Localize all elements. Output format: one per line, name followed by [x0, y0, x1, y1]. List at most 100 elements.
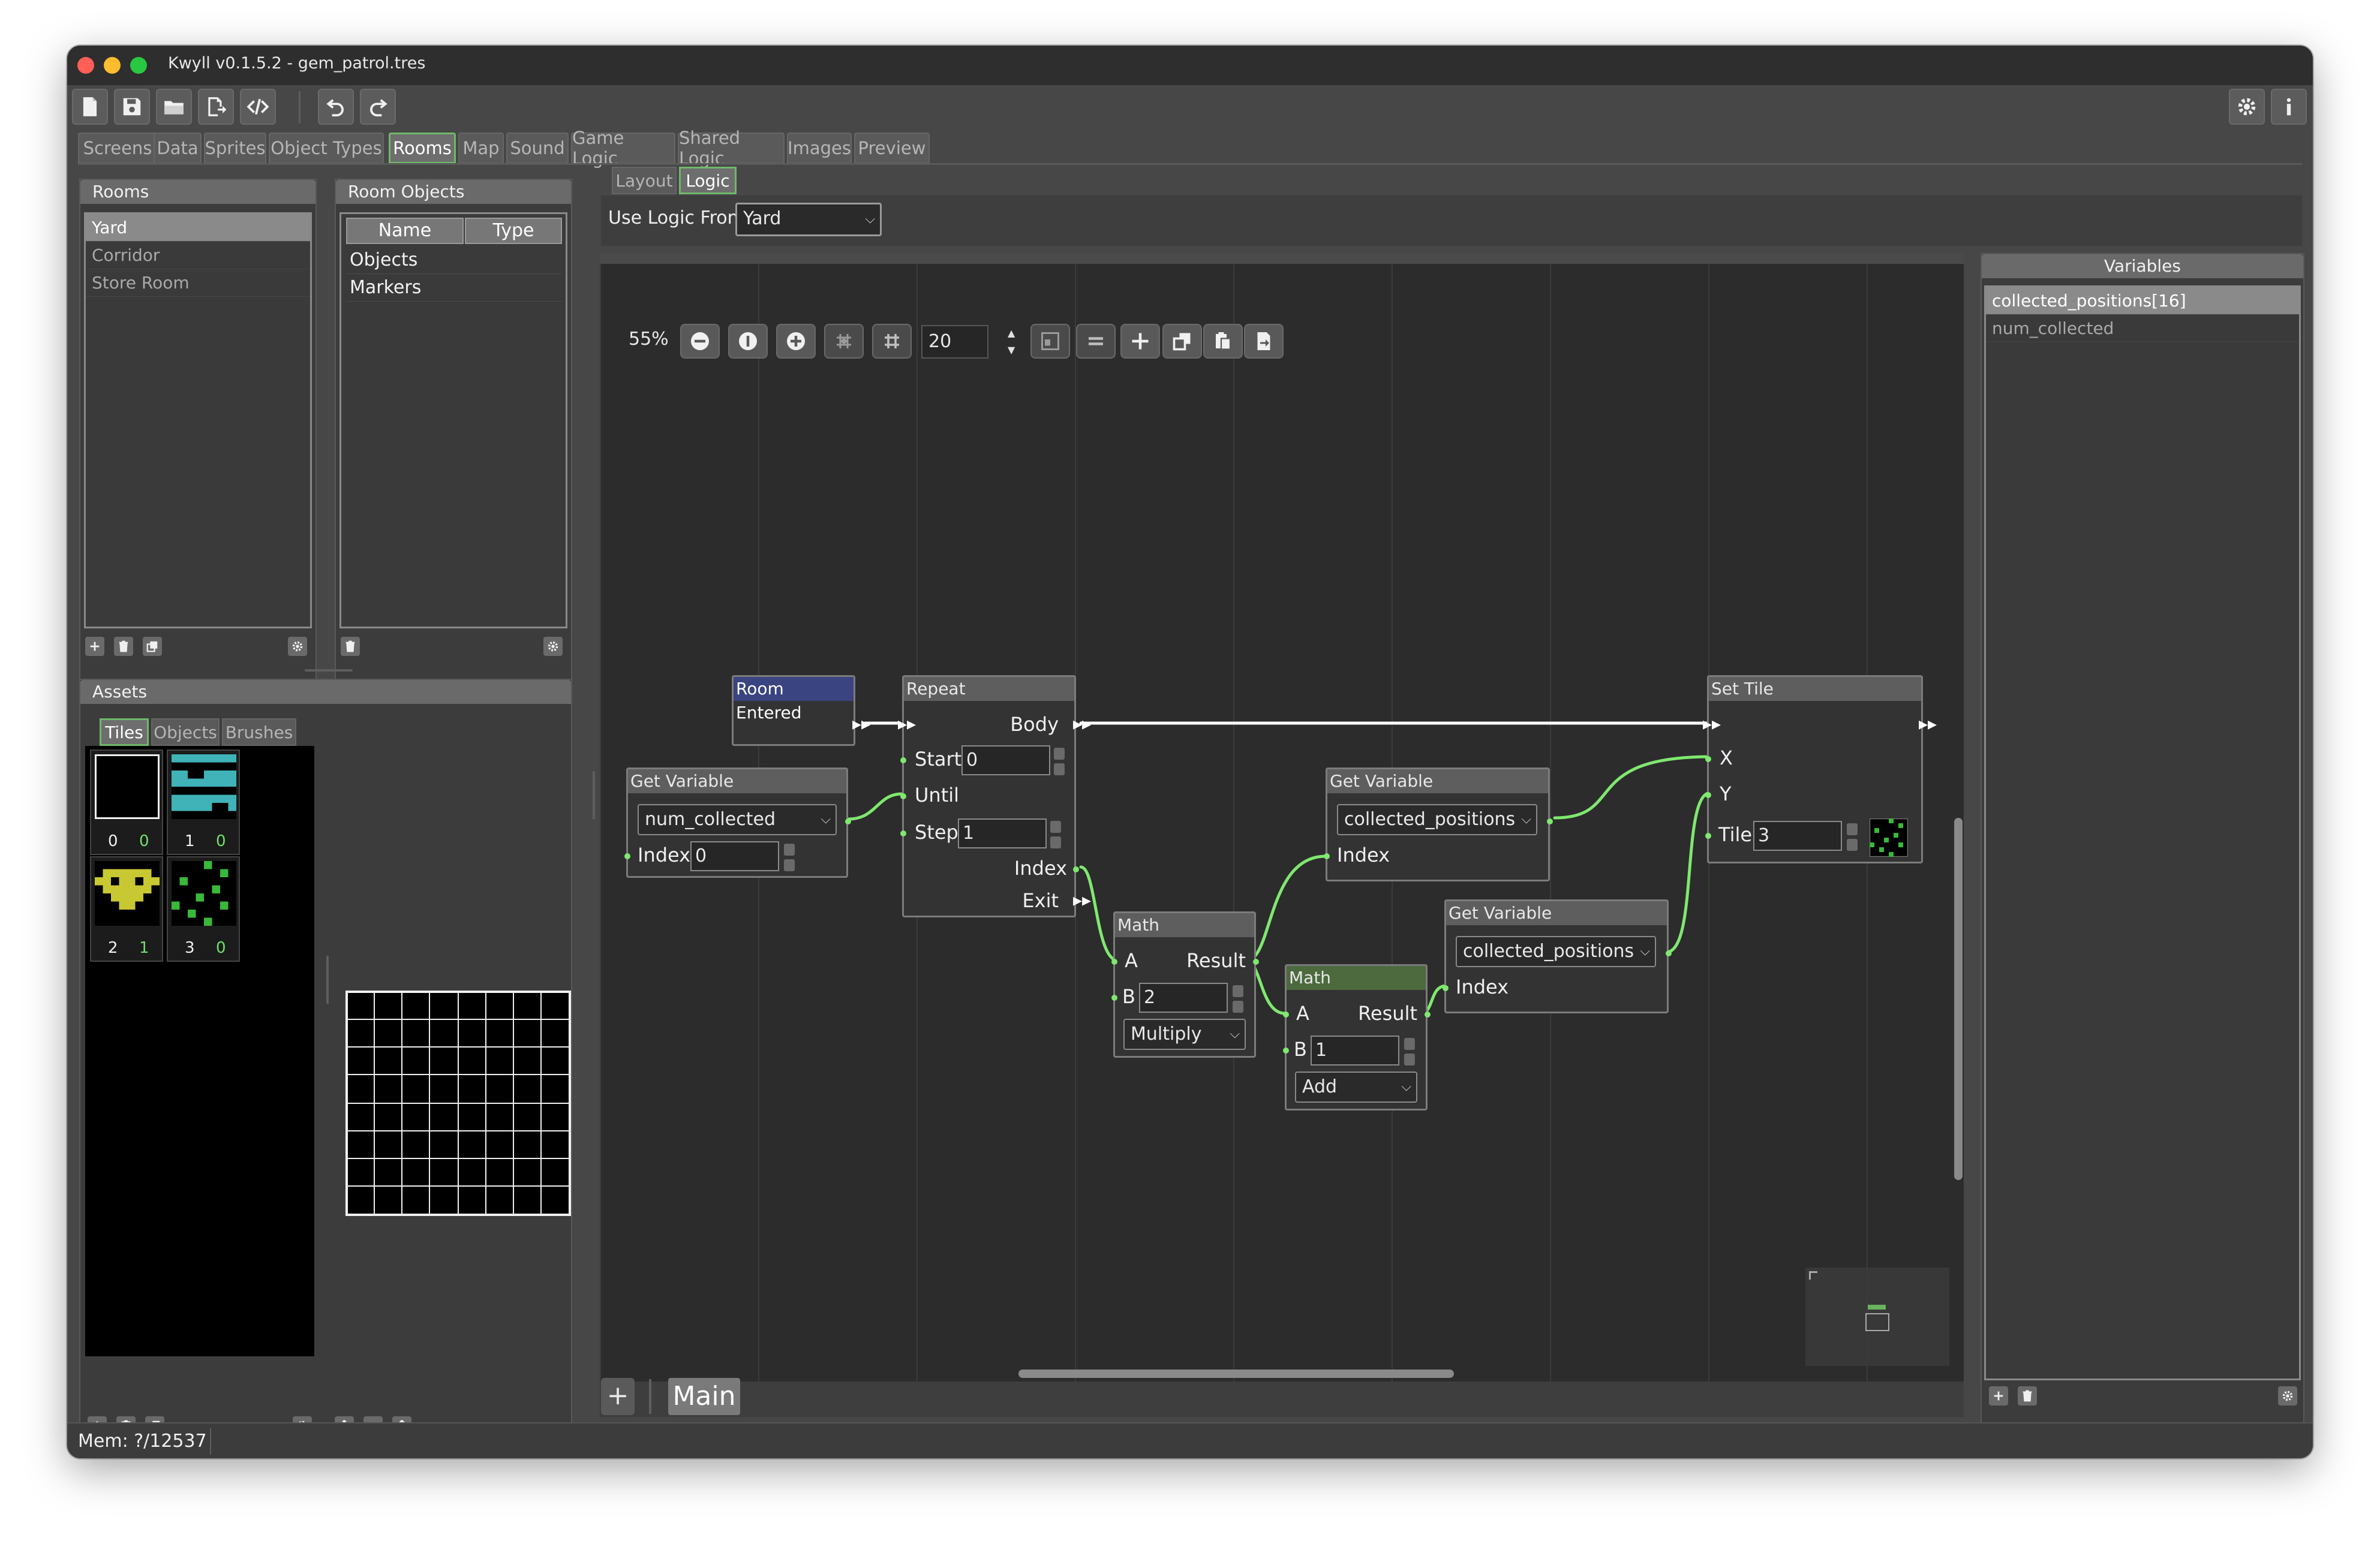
- variables-panel-title: Variables: [1982, 254, 2303, 278]
- variables-panel: Variables collected_positions[16] num_co…: [1981, 253, 2304, 1440]
- node-repeat[interactable]: Repeat ▸▸ Body ▸▸ Start 0 Until Step 1 I…: [898, 675, 1091, 917]
- value-out-port[interactable]: [845, 818, 851, 824]
- node-get-variable-collected-positions-y[interactable]: Get Variable collected_positions ⌵ Index: [1443, 899, 1672, 1013]
- until-port[interactable]: [900, 793, 906, 799]
- node-title: Repeat: [904, 677, 1074, 701]
- body-label: Body: [1010, 713, 1059, 736]
- node-title: Set Tile: [1709, 677, 1921, 701]
- result-label: Result: [1186, 949, 1246, 972]
- delete-variable-button[interactable]: [2018, 1386, 2037, 1405]
- tile-port[interactable]: [1705, 833, 1711, 839]
- add-variable-button[interactable]: [1989, 1386, 2008, 1405]
- index-port[interactable]: [1443, 985, 1449, 991]
- node-math-add[interactable]: Math A Result B 1 Add ⌵: [1283, 964, 1431, 1110]
- b-spinner[interactable]: [1233, 985, 1245, 1015]
- index-port[interactable]: [1324, 853, 1330, 859]
- b-input[interactable]: 1: [1311, 1036, 1399, 1066]
- chevron-down-icon: ⌵: [821, 812, 831, 827]
- variable-item-collected-positions[interactable]: collected_positions[16]: [1986, 287, 2299, 315]
- node-set-tile[interactable]: Set Tile ▸▸ ▸▸ X Y Tile 3: [1703, 675, 1937, 863]
- node-math-multiply[interactable]: Math A Result B 2 Multiply ⌵: [1111, 911, 1259, 1058]
- node-get-variable-collected-positions-x[interactable]: Get Variable collected_positions ⌵ Index: [1324, 768, 1553, 881]
- x-port[interactable]: [1705, 756, 1711, 762]
- wire-getvar3-set-tile-y: [1664, 791, 1712, 954]
- chevron-down-icon: ⌵: [1521, 812, 1531, 827]
- operation-value: Add: [1302, 1076, 1338, 1097]
- tile-spinner[interactable]: [1847, 823, 1859, 853]
- tile-preview-icon: [1870, 818, 1908, 857]
- b-input[interactable]: 2: [1139, 983, 1228, 1013]
- chevron-down-icon: ⌵: [1640, 944, 1650, 959]
- node-room-entered[interactable]: Room Entered ▸▸: [732, 675, 870, 746]
- step-port[interactable]: [900, 830, 906, 836]
- node-connections: [846, 721, 1712, 1015]
- index-label: Index: [1456, 976, 1509, 998]
- graph-horizontal-scrollbar[interactable]: [1018, 1370, 1454, 1378]
- graph-minimap[interactable]: [1805, 1268, 1949, 1366]
- start-spinner[interactable]: [1054, 748, 1066, 778]
- start-input[interactable]: 0: [961, 745, 1050, 775]
- value-out-port[interactable]: [1547, 818, 1553, 824]
- b-port[interactable]: [1111, 995, 1117, 1001]
- node-title: Room Entered: [734, 677, 854, 723]
- variable-select[interactable]: num_collected ⌵: [638, 804, 837, 835]
- graph-tab-main[interactable]: Main: [668, 1378, 740, 1415]
- chevron-down-icon: ⌵: [1401, 1079, 1411, 1094]
- variable-name: num_collected: [645, 809, 776, 830]
- index-label: Index: [1014, 857, 1067, 880]
- wire-num-collected-until: [846, 792, 904, 821]
- step-input[interactable]: 1: [958, 818, 1047, 848]
- step-label: Step: [915, 821, 958, 844]
- result-label: Result: [1358, 1002, 1417, 1025]
- node-title: Get Variable: [628, 769, 846, 793]
- a-port[interactable]: [1111, 959, 1117, 965]
- y-port[interactable]: [1705, 792, 1711, 798]
- variable-name: collected_positions: [1463, 941, 1634, 962]
- b-port[interactable]: [1283, 1048, 1289, 1054]
- step-spinner[interactable]: [1050, 821, 1062, 851]
- result-port[interactable]: [1253, 959, 1259, 965]
- left-panel-splitter[interactable]: [593, 771, 595, 819]
- node-title: Math: [1115, 913, 1254, 937]
- variable-settings-button[interactable]: [2278, 1386, 2297, 1405]
- minimap-corner: [1809, 1271, 1817, 1280]
- a-port[interactable]: [1283, 1012, 1289, 1018]
- graph-tab-divider: [649, 1379, 651, 1414]
- operation-select[interactable]: Multiply ⌵: [1123, 1019, 1246, 1050]
- b-label: B: [1122, 985, 1135, 1008]
- index-port[interactable]: [624, 853, 630, 859]
- add-graph-tab-button[interactable]: +: [601, 1378, 635, 1415]
- exit-exec-port[interactable]: ▸▸: [1073, 892, 1091, 910]
- a-label: A: [1125, 949, 1138, 972]
- plus-icon: [1994, 1391, 2003, 1401]
- variable-select[interactable]: collected_positions ⌵: [1337, 804, 1537, 835]
- x-label: X: [1720, 747, 1733, 769]
- wire-index-math1-a: [1079, 865, 1120, 962]
- index-input[interactable]: 0: [690, 841, 779, 871]
- exec-out-port[interactable]: ▸▸: [852, 715, 870, 733]
- exec-in-port[interactable]: ▸▸: [898, 715, 916, 733]
- node-get-variable-num-collected[interactable]: Get Variable num_collected ⌵ Index 0: [624, 768, 851, 878]
- minimap-viewport: [1865, 1313, 1889, 1331]
- b-spinner[interactable]: [1404, 1038, 1416, 1068]
- variable-select[interactable]: collected_positions ⌵: [1456, 936, 1656, 967]
- index-label: Index: [638, 844, 691, 866]
- exec-out-port[interactable]: ▸▸: [1919, 715, 1937, 733]
- status-divider: [210, 1428, 211, 1455]
- b-label: B: [1294, 1038, 1307, 1061]
- graph-tab-bar: [600, 1382, 1964, 1417]
- body-exec-port[interactable]: ▸▸: [1073, 715, 1091, 733]
- value-out-port[interactable]: [1666, 950, 1672, 956]
- graph-vertical-scrollbar[interactable]: [1954, 818, 1963, 1180]
- index-spinner[interactable]: [784, 844, 796, 874]
- tile-input[interactable]: 3: [1753, 821, 1842, 851]
- start-label: Start: [915, 748, 962, 771]
- result-port[interactable]: [1425, 1012, 1431, 1018]
- a-label: A: [1296, 1002, 1309, 1025]
- variable-item-num-collected[interactable]: num_collected: [1986, 315, 2299, 342]
- start-port[interactable]: [900, 757, 906, 763]
- operation-select[interactable]: Add ⌵: [1295, 1072, 1417, 1103]
- exec-in-port[interactable]: ▸▸: [1703, 715, 1721, 733]
- chevron-down-icon: ⌵: [1230, 1027, 1240, 1042]
- index-port[interactable]: [1073, 866, 1079, 872]
